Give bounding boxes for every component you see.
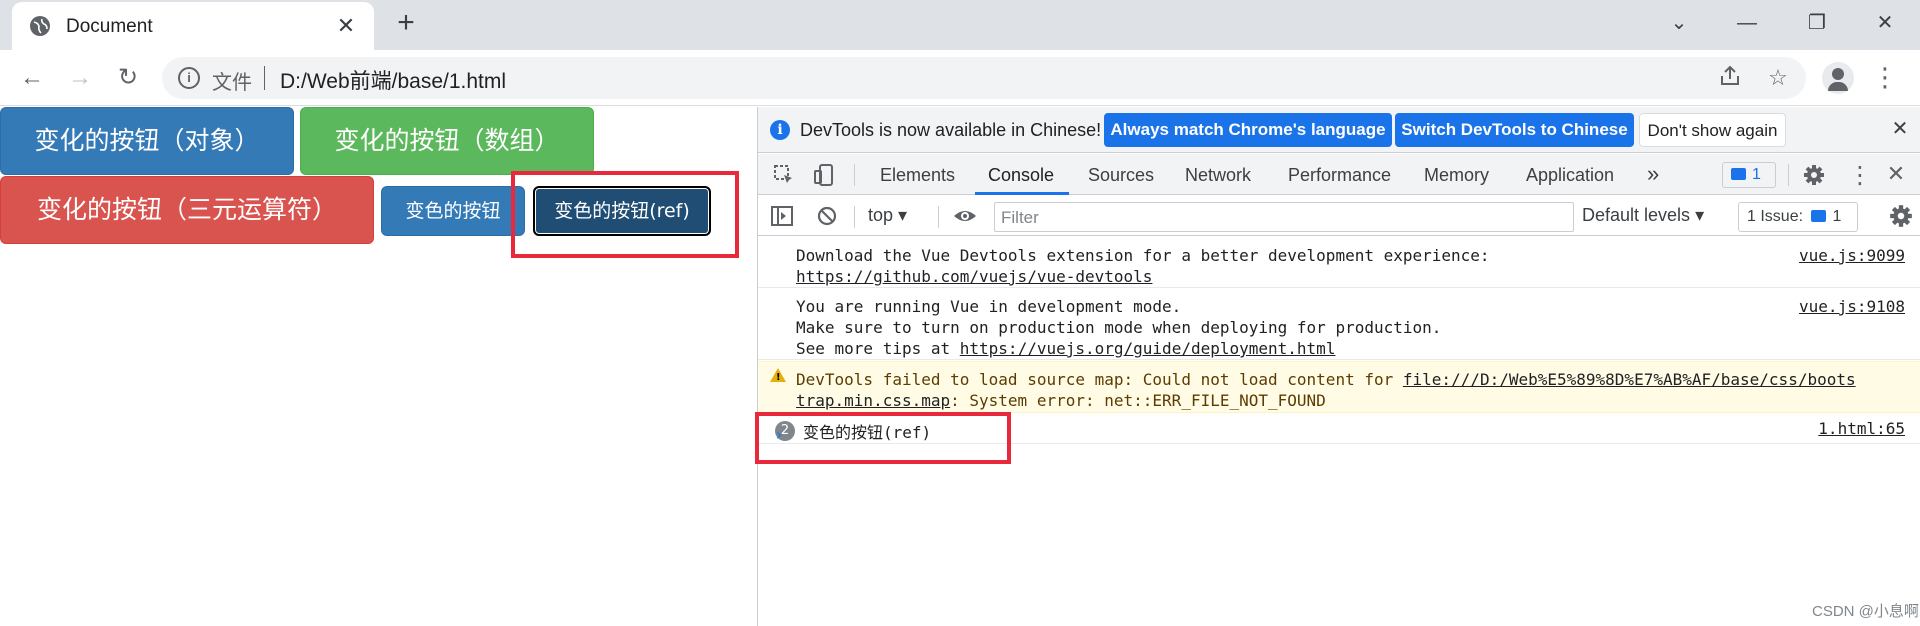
filterbar-divider [938, 206, 939, 228]
array-class-button[interactable]: 变化的按钮（数组） [300, 107, 594, 175]
sidebar-toggle-icon[interactable] [770, 205, 794, 227]
tab-performance[interactable]: Performance [1288, 165, 1391, 186]
clear-console-icon[interactable] [816, 205, 838, 227]
infobar-close-icon[interactable]: ✕ [1888, 117, 1912, 141]
tab-title: Document [66, 16, 153, 37]
chevron-down-icon: ▾ [1695, 205, 1705, 225]
match-language-button[interactable]: Always match Chrome's language [1104, 113, 1392, 147]
bookmark-star-icon[interactable]: ☆ [1764, 64, 1792, 92]
omnibox-divider [264, 66, 265, 90]
highlight-box-button [511, 171, 739, 258]
browser-menu-icon[interactable]: ⋮ [1872, 62, 1898, 94]
close-window-button[interactable]: ✕ [1862, 6, 1908, 40]
filterbar-divider [854, 206, 855, 228]
forward-button[interactable]: → [64, 62, 96, 94]
context-value: top [868, 205, 894, 225]
message-text: Make sure to turn on production mode whe… [796, 318, 1442, 337]
ternary-class-button[interactable]: 变化的按钮（三元运算符） [0, 176, 374, 244]
tab-close-icon[interactable]: ✕ [332, 12, 360, 40]
warning-link[interactable]: trap.min.css.map [796, 391, 950, 410]
reload-button[interactable]: ↻ [112, 62, 144, 94]
issues-counter-badge[interactable]: 1 [1722, 162, 1776, 188]
info-icon: i [770, 120, 790, 140]
dont-show-again-button[interactable]: Don't show again [1639, 113, 1786, 147]
url-text[interactable]: D:/Web前端/base/1.html [280, 65, 506, 95]
inspect-element-icon[interactable] [772, 163, 796, 187]
more-tabs-icon[interactable]: » [1647, 161, 1659, 187]
highlight-box-log [755, 412, 1011, 464]
site-info-icon[interactable]: i [178, 67, 200, 89]
warning-text: DevTools failed to load source map: Coul… [796, 370, 1403, 389]
message-text: You are running Vue in development mode. [796, 297, 1182, 316]
object-class-button[interactable]: 变化的按钮（对象） [0, 107, 294, 175]
browser-tab[interactable]: Document ✕ [12, 2, 374, 50]
context-selector[interactable]: top ▾ [868, 205, 907, 226]
customize-menu-icon[interactable]: ⋮ [1848, 161, 1872, 189]
issues-button[interactable]: 1 Issue: 1 [1738, 202, 1858, 232]
console-message: You are running Vue in development mode.… [758, 289, 1920, 360]
page-content: 变化的按钮（对象） 变化的按钮（数组） 变化的按钮（三元运算符） 变色的按钮 变… [0, 107, 757, 626]
infobar-message: DevTools is now available in Chinese! [800, 120, 1102, 140]
active-tab-indicator [975, 192, 1069, 195]
tab-memory[interactable]: Memory [1424, 165, 1489, 186]
watermark: CSDN @小息啊 [1812, 603, 1919, 620]
tab-elements[interactable]: Elements [880, 165, 955, 186]
tab-console[interactable]: Console [988, 165, 1054, 186]
warning-link[interactable]: file:///D:/Web%E5%89%8D%E7%AB%AF/base/cs… [1403, 370, 1856, 389]
close-devtools-icon[interactable]: ✕ [1884, 161, 1908, 189]
message-icon [1811, 210, 1827, 222]
back-button[interactable]: ← [16, 62, 48, 94]
message-source-link[interactable]: vue.js:9108 [1799, 297, 1905, 316]
console-warning: ! DevTools failed to load source map: Co… [758, 361, 1920, 413]
log-levels-dropdown[interactable]: Default levels ▾ [1582, 205, 1704, 226]
console-message: Download the Vue Devtools extension for … [758, 237, 1920, 288]
minimize-button[interactable]: — [1724, 6, 1770, 40]
globe-icon [30, 16, 50, 36]
profile-avatar[interactable] [1822, 62, 1854, 94]
settings-gear-icon[interactable] [1802, 163, 1826, 187]
message-icon [1731, 168, 1746, 180]
message-text: See more tips at [796, 339, 960, 358]
color-change-button[interactable]: 变色的按钮 [381, 186, 525, 236]
message-source-link[interactable]: vue.js:9099 [1799, 246, 1905, 265]
message-text: Download the Vue Devtools extension for … [796, 246, 1490, 265]
filter-input[interactable]: Filter [994, 202, 1574, 232]
message-link[interactable]: https://github.com/vuejs/vue-devtools [796, 267, 1152, 286]
tab-sources[interactable]: Sources [1088, 165, 1154, 186]
tab-network[interactable]: Network [1185, 165, 1251, 186]
devtools-panel: i DevTools is now available in Chinese! … [757, 107, 1920, 626]
device-toolbar-icon[interactable] [812, 163, 836, 187]
tab-search-icon[interactable]: ⌄ [1656, 6, 1702, 40]
tabbar-divider [1788, 164, 1789, 186]
issues-count: 1 [1752, 166, 1761, 183]
new-tab-button[interactable]: + [392, 8, 420, 38]
restore-button[interactable]: ❐ [1794, 6, 1840, 40]
issues-label: 1 Issue: [1747, 208, 1804, 225]
tabbar-divider [854, 164, 855, 186]
log-levels-value: Default levels [1582, 205, 1691, 225]
chevron-down-icon: ▾ [898, 205, 908, 225]
console-filterbar: top ▾ Filter Default levels ▾ 1 Issue: 1 [758, 196, 1920, 236]
devtools-tabbar: Elements Console Sources Network Perform… [758, 154, 1920, 195]
console-settings-icon[interactable] [1888, 203, 1914, 229]
share-icon[interactable] [1716, 64, 1744, 92]
language-infobar: i DevTools is now available in Chinese! … [758, 107, 1920, 153]
switch-to-chinese-button[interactable]: Switch DevTools to Chinese [1395, 113, 1634, 147]
warning-text: : System error: net::ERR_FILE_NOT_FOUND [950, 391, 1326, 410]
issues-number: 1 [1832, 208, 1842, 225]
live-expression-eye-icon[interactable] [952, 204, 978, 228]
url-scheme-label: 文件 [212, 72, 252, 94]
warning-icon-mark: ! [776, 372, 781, 383]
message-source-link[interactable]: 1.html:65 [1818, 419, 1905, 438]
tab-application[interactable]: Application [1526, 165, 1614, 186]
message-link[interactable]: https://vuejs.org/guide/deployment.html [960, 339, 1336, 358]
